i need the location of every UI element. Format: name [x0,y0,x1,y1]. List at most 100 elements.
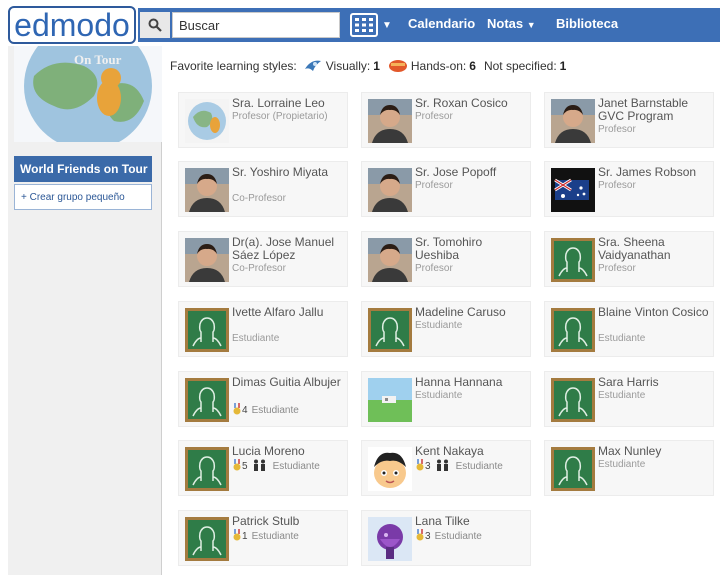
member-card[interactable]: Sr. Jose Popoff Profesor [361,161,531,217]
default-avatar[interactable] [185,308,229,352]
member-name[interactable]: Sr. Jose Popoff [415,166,529,179]
member-name[interactable]: Hanna Hannana [415,376,529,389]
member-name[interactable]: Sra. Sheena Vaidyanathan [598,236,712,262]
member-name[interactable]: Sara Harris [598,376,712,389]
member-card[interactable]: Lana Tilke 3 Estudiante [361,510,531,566]
avatar[interactable] [185,238,229,282]
member-name[interactable]: Lana Tilke [415,515,529,528]
default-avatar[interactable] [185,517,229,561]
member-card[interactable]: Kent Nakaya 3 Estudiante [361,440,531,496]
member-name[interactable]: Sra. Lorraine Leo [232,97,346,110]
member-role: Profesor [415,263,453,274]
member-role: Estudiante [415,320,463,331]
member-name[interactable]: Sr. Tomohiro Ueshiba [415,236,529,262]
member-card[interactable]: Patrick Stulb 1 Estudiante [178,510,348,566]
member-name[interactable]: Blaine Vinton Cosico [598,306,712,319]
search-icon[interactable] [140,12,170,38]
edmodo-logo[interactable]: edmodo [8,6,136,44]
default-avatar[interactable] [185,378,229,422]
member-card[interactable]: Blaine Vinton Cosico Estudiante [544,301,714,357]
medal-icon [232,459,242,474]
hands-on-count: 6 [469,59,476,73]
default-avatar[interactable] [185,447,229,491]
default-avatar[interactable] [551,238,595,282]
nav-notas[interactable]: Notas ▼ [487,16,536,31]
member-role: Estudiante [232,333,280,344]
avatar[interactable] [551,99,595,143]
member-card[interactable]: Sr. Yoshiro Miyata Co-Profesor [178,161,348,217]
member-name[interactable]: Dimas Guitia Albujer [232,376,346,389]
member-role: Profesor (Propietario) [232,111,328,122]
member-role: Profesor [415,180,453,191]
member-name[interactable]: Sr. Roxan Cosico [415,97,529,110]
member-card[interactable]: Sra. Lorraine Leo Profesor (Propietario) [178,92,348,148]
member-card[interactable]: Sra. Sheena Vaidyanathan Profesor [544,231,714,287]
member-card[interactable]: Dr(a). Jose Manuel Sáez López Co-Profesor [178,231,348,287]
member-name[interactable]: Ivette Alfaro Jallu [232,306,346,319]
avatar[interactable] [368,238,412,282]
default-avatar[interactable] [551,447,595,491]
nav-biblioteca[interactable]: Biblioteca [556,16,618,31]
member-role: Estudiante [251,405,299,416]
badge-count: 1 [242,531,248,542]
visually-label: Visually: [325,59,371,73]
member-name[interactable]: Sr. Yoshiro Miyata [232,166,346,179]
member-card[interactable]: Lucia Moreno 5 Estudiante [178,440,348,496]
eye-icon [303,57,323,76]
member-card[interactable]: Hanna Hannana Estudiante [361,371,531,427]
member-role: Estudiante [415,390,463,401]
avatar[interactable] [368,447,412,491]
badge-count: 4 [242,405,248,416]
not-specified-count: 1 [559,59,567,73]
default-avatar[interactable] [551,308,595,352]
member-name[interactable]: Dr(a). Jose Manuel Sáez López [232,236,346,262]
member-card[interactable]: Janet Barnstable GVC Program Profesor [544,92,714,148]
create-small-group-link[interactable]: + Crear grupo pequeño [14,184,152,210]
top-bar: edmodo ▼ Calendario Notas ▼ Biblioteca [0,0,720,46]
nav-calendario[interactable]: Calendario [408,16,475,31]
member-name[interactable]: Madeline Caruso [415,306,529,319]
avatar[interactable] [368,99,412,143]
member-card[interactable]: Sara Harris Estudiante [544,371,714,427]
member-name[interactable]: Lucia Moreno [232,445,346,458]
avatar[interactable] [185,99,229,143]
avatar[interactable] [185,168,229,212]
member-name[interactable]: Janet Barnstable GVC Program [598,97,712,123]
member-name[interactable]: Max Nunley [598,445,712,458]
avatar[interactable] [551,168,595,212]
avatar[interactable] [368,378,412,422]
medal-icon [232,403,242,418]
member-name[interactable]: Sr. James Robson [598,166,712,179]
medal-icon [415,529,425,544]
member-name[interactable]: Kent Nakaya [415,445,529,458]
avatar[interactable] [368,168,412,212]
badges-row: 5 Estudiante [232,459,320,474]
member-card[interactable]: Sr. James Robson Profesor [544,161,714,217]
group-name[interactable]: World Friends on Tour [14,156,152,182]
member-card[interactable]: Dimas Guitia Albujer 4 Estudiante [178,371,348,427]
hands-on-icon [388,58,408,75]
member-card[interactable]: Max Nunley Estudiante [544,440,714,496]
member-card[interactable]: Sr. Tomohiro Ueshiba Profesor [361,231,531,287]
group-avatar[interactable]: On Tour [14,46,162,142]
nav-notas-label: Notas [487,16,524,31]
default-avatar[interactable] [551,378,595,422]
member-card[interactable]: Sr. Roxan Cosico Profesor [361,92,531,148]
member-card[interactable]: Ivette Alfaro Jallu Estudiante [178,301,348,357]
member-role: Estudiante [251,531,299,542]
badge-count: 5 [242,461,248,472]
member-card[interactable]: Madeline Caruso Estudiante [361,301,531,357]
default-avatar[interactable] [368,308,412,352]
apps-menu-button[interactable]: ▼ [350,11,394,39]
hands-on-label: Hands-on: [410,59,467,73]
member-role: Profesor [598,263,636,274]
member-role: Co-Profesor [232,263,286,274]
avatar[interactable] [368,517,412,561]
member-role: Estudiante [434,531,482,542]
member-name[interactable]: Patrick Stulb [232,515,346,528]
search-input[interactable] [172,12,340,38]
grid-icon [350,13,378,37]
member-role: Profesor [598,124,636,135]
learning-styles-label: Favorite learning styles: [170,59,297,73]
people-icon [435,459,451,474]
